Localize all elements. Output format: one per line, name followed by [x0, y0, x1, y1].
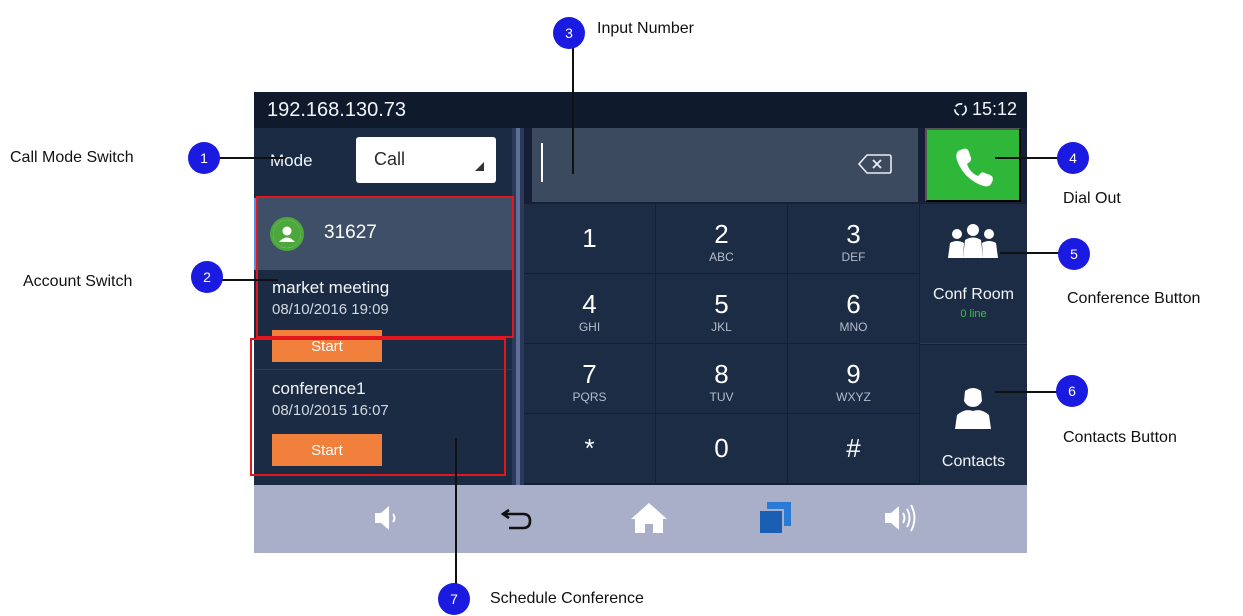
key-0[interactable]: 0	[656, 414, 787, 483]
label-input-number: Input Number	[597, 20, 694, 37]
callout-line-6	[995, 391, 1057, 393]
callout-5: 5	[1058, 238, 1090, 270]
callout-line-7	[455, 438, 457, 598]
label-conference-button: Conference Button	[1067, 290, 1201, 307]
group-icon	[948, 224, 998, 258]
dial-button[interactable]	[925, 128, 1021, 202]
dropdown-triangle-icon	[475, 162, 484, 171]
key-3[interactable]: 3 DEF	[788, 204, 919, 273]
conf-room-label: Conf Room	[933, 286, 1014, 303]
phone-icon	[956, 148, 993, 187]
schedule-highlight-box	[250, 338, 506, 476]
callout-line-3	[572, 44, 574, 174]
ip-address: 192.168.130.73	[267, 99, 407, 121]
label-call-mode-switch: Call Mode Switch	[10, 149, 134, 166]
callout-6: 6	[1056, 375, 1088, 407]
time-label: 15:12	[971, 99, 1017, 119]
key-1[interactable]: 1	[524, 204, 655, 273]
key-7[interactable]: 7 PQRS	[524, 344, 655, 413]
number-input[interactable]	[532, 128, 918, 202]
label-account-switch: Account Switch	[23, 273, 133, 290]
key-9[interactable]: 9 WXYZ	[788, 344, 919, 413]
label-contacts-button: Contacts Button	[1063, 429, 1177, 446]
label-schedule-conference: Schedule Conference	[490, 590, 644, 607]
key-star[interactable]: *	[524, 414, 655, 483]
callout-1: 1	[188, 142, 220, 174]
conf-room-button[interactable]: Conf Room 0 line	[920, 204, 1027, 344]
key-8[interactable]: 8 TUV	[656, 344, 787, 413]
mode-label: Mode	[270, 151, 313, 170]
conf-room-lines: 0 line	[960, 308, 987, 320]
callout-4: 4	[1057, 142, 1089, 174]
callout-3: 3	[553, 17, 585, 49]
bottom-nav-bar	[254, 485, 1027, 553]
mode-row: Mode Call	[254, 128, 512, 196]
home-icon[interactable]	[627, 499, 671, 539]
callout-7: 7	[438, 583, 470, 615]
key-6[interactable]: 6 MNO	[788, 274, 919, 343]
multitask-icon[interactable]	[753, 499, 797, 539]
callout-2: 2	[191, 261, 223, 293]
back-icon[interactable]	[495, 499, 539, 539]
sync-icon	[953, 103, 967, 116]
volume-up-icon[interactable]	[878, 499, 922, 539]
callout-line-2	[218, 279, 278, 281]
contacts-label: Contacts	[941, 453, 1006, 470]
callout-line-5	[1000, 252, 1060, 254]
dial-keypad: 1 2 ABC 3 DEF 4 GHI 5 JKL 6 MNO 7 PQRS 8 TUV 9W…	[524, 204, 920, 485]
callout-line-4	[995, 157, 1065, 159]
key-2[interactable]: 2 ABC	[656, 204, 787, 273]
key-hash[interactable]: #	[788, 414, 919, 483]
contacts-button[interactable]: Contacts	[920, 345, 1027, 485]
contact-person-icon	[955, 388, 991, 429]
clock: 15:12	[953, 99, 1017, 120]
mode-select[interactable]: Call	[356, 137, 496, 183]
key-4[interactable]: 4 GHI	[524, 274, 655, 343]
label-dial-out: Dial Out	[1063, 190, 1121, 207]
backspace-icon[interactable]	[858, 153, 892, 175]
account-highlight-box	[256, 196, 514, 338]
mode-value: Call	[374, 149, 406, 169]
key-5[interactable]: 5 JKL	[656, 274, 787, 343]
callout-line-1	[215, 157, 285, 159]
status-bar: 192.168.130.73 15:12	[254, 92, 1027, 128]
text-cursor	[541, 143, 543, 182]
volume-down-icon[interactable]	[365, 499, 409, 539]
